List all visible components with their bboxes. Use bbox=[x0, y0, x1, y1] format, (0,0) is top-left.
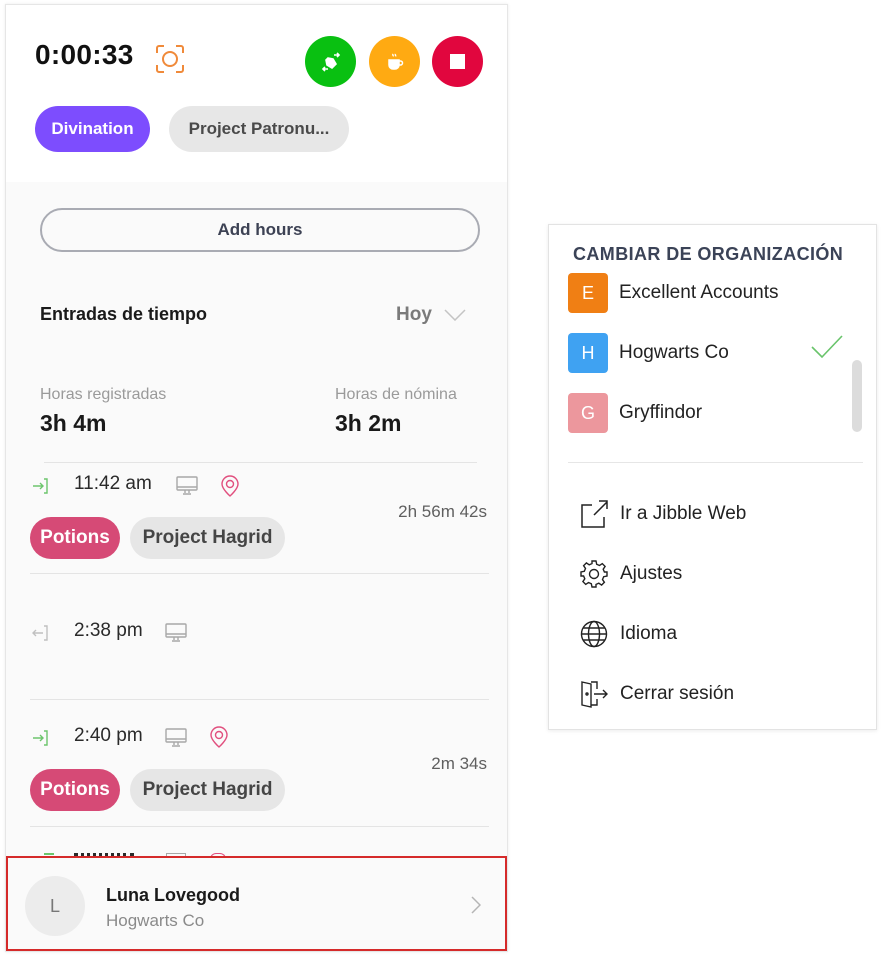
desktop-icon bbox=[165, 728, 187, 747]
add-hours-button[interactable]: Add hours bbox=[40, 208, 480, 252]
desktop-icon bbox=[176, 476, 198, 495]
gear-icon bbox=[578, 558, 610, 590]
org-name: Gryffindor bbox=[619, 402, 703, 423]
divider bbox=[44, 462, 477, 463]
menu-title: CAMBIAR DE ORGANIZACIÓN bbox=[573, 244, 844, 264]
switch-activity-button[interactable] bbox=[305, 36, 356, 87]
menu-item-language[interactable]: Idioma bbox=[578, 616, 848, 652]
org-item-gryffindor[interactable]: G Gryffindor bbox=[568, 393, 858, 433]
clock-out-button[interactable] bbox=[432, 36, 483, 87]
divider bbox=[30, 826, 489, 827]
entry-duration: 2h 56m 42s bbox=[398, 502, 487, 521]
divider bbox=[568, 462, 863, 463]
tracked-hours-label: Horas registradas bbox=[40, 386, 167, 403]
logout-icon bbox=[578, 678, 610, 710]
user-name: Luna Lovegood bbox=[106, 885, 240, 905]
elapsed-timer: 0:00:33 bbox=[35, 39, 134, 70]
menu-label: Idioma bbox=[620, 623, 678, 644]
entry-duration: 2m 34s bbox=[431, 754, 487, 773]
tracked-hours-value: 3h 4m bbox=[40, 410, 107, 436]
current-project-chip[interactable]: Project Patronu... bbox=[169, 106, 349, 152]
period-dropdown[interactable]: Hoy bbox=[396, 304, 466, 326]
org-item-hogwarts-co[interactable]: H Hogwarts Co bbox=[568, 333, 858, 373]
menu-label: Ajustes bbox=[620, 563, 683, 584]
user-organization: Hogwarts Co bbox=[106, 911, 205, 930]
coffee-cup-icon bbox=[387, 53, 403, 70]
clock-in-icon bbox=[33, 730, 48, 746]
organization-menu: CAMBIAR DE ORGANIZACIÓN E Excellent Acco… bbox=[548, 224, 877, 730]
entry-time: 11:42 am bbox=[74, 473, 152, 494]
menu-item-jibble-web[interactable]: Ir a Jibble Web bbox=[578, 496, 848, 532]
payroll-hours-label: Horas de nómina bbox=[335, 386, 457, 403]
tag-switch-icon bbox=[321, 51, 340, 72]
org-badge: G bbox=[568, 393, 608, 433]
break-button[interactable] bbox=[369, 36, 420, 87]
entry-activity-chip: Potions bbox=[30, 769, 120, 811]
entry-project-chip: Project Hagrid bbox=[130, 517, 285, 559]
external-link-icon bbox=[578, 498, 610, 530]
checkmark-icon bbox=[811, 335, 843, 359]
payroll-hours-value: 3h 2m bbox=[335, 410, 402, 436]
location-pin-icon bbox=[210, 726, 228, 748]
entry-time: 2:40 pm bbox=[74, 725, 143, 746]
org-badge: E bbox=[568, 273, 608, 313]
clock-in-icon bbox=[33, 478, 48, 494]
location-pin-icon bbox=[221, 475, 239, 497]
screenshot-capture-icon[interactable] bbox=[154, 43, 186, 75]
org-list-scrollbar[interactable] bbox=[852, 360, 862, 432]
current-activity-chip[interactable]: Divination bbox=[35, 106, 150, 152]
timer-header: 0:00:33 Divination Project Patronu... bbox=[6, 5, 507, 182]
org-name: Hogwarts Co bbox=[619, 342, 729, 363]
clock-out-icon bbox=[32, 625, 48, 641]
period-value: Hoy bbox=[396, 304, 432, 325]
avatar: L bbox=[25, 876, 85, 936]
stop-icon bbox=[450, 54, 465, 69]
user-profile-button[interactable]: L Luna Lovegood Hogwarts Co bbox=[6, 856, 507, 951]
menu-label: Cerrar sesión bbox=[620, 683, 735, 704]
menu-label: Ir a Jibble Web bbox=[620, 503, 747, 524]
timer-app-panel: 0:00:33 Divination Project Patronu... Ad… bbox=[5, 4, 508, 952]
divider bbox=[30, 699, 489, 700]
chevron-right-icon bbox=[471, 896, 481, 914]
entry-time: 2:38 pm bbox=[74, 620, 143, 641]
entry-activity-chip: Potions bbox=[30, 517, 120, 559]
desktop-icon bbox=[165, 623, 187, 642]
org-name: Excellent Accounts bbox=[619, 282, 779, 303]
menu-item-settings[interactable]: Ajustes bbox=[578, 556, 848, 592]
org-badge: H bbox=[568, 333, 608, 373]
time-entries-title: Entradas de tiempo bbox=[40, 304, 208, 324]
globe-icon bbox=[578, 618, 610, 650]
org-item-excellent-accounts[interactable]: E Excellent Accounts bbox=[568, 273, 858, 313]
entry-project-chip: Project Hagrid bbox=[130, 769, 285, 811]
chevron-down-icon bbox=[444, 309, 466, 321]
divider bbox=[30, 573, 489, 574]
menu-item-logout[interactable]: Cerrar sesión bbox=[578, 676, 848, 712]
